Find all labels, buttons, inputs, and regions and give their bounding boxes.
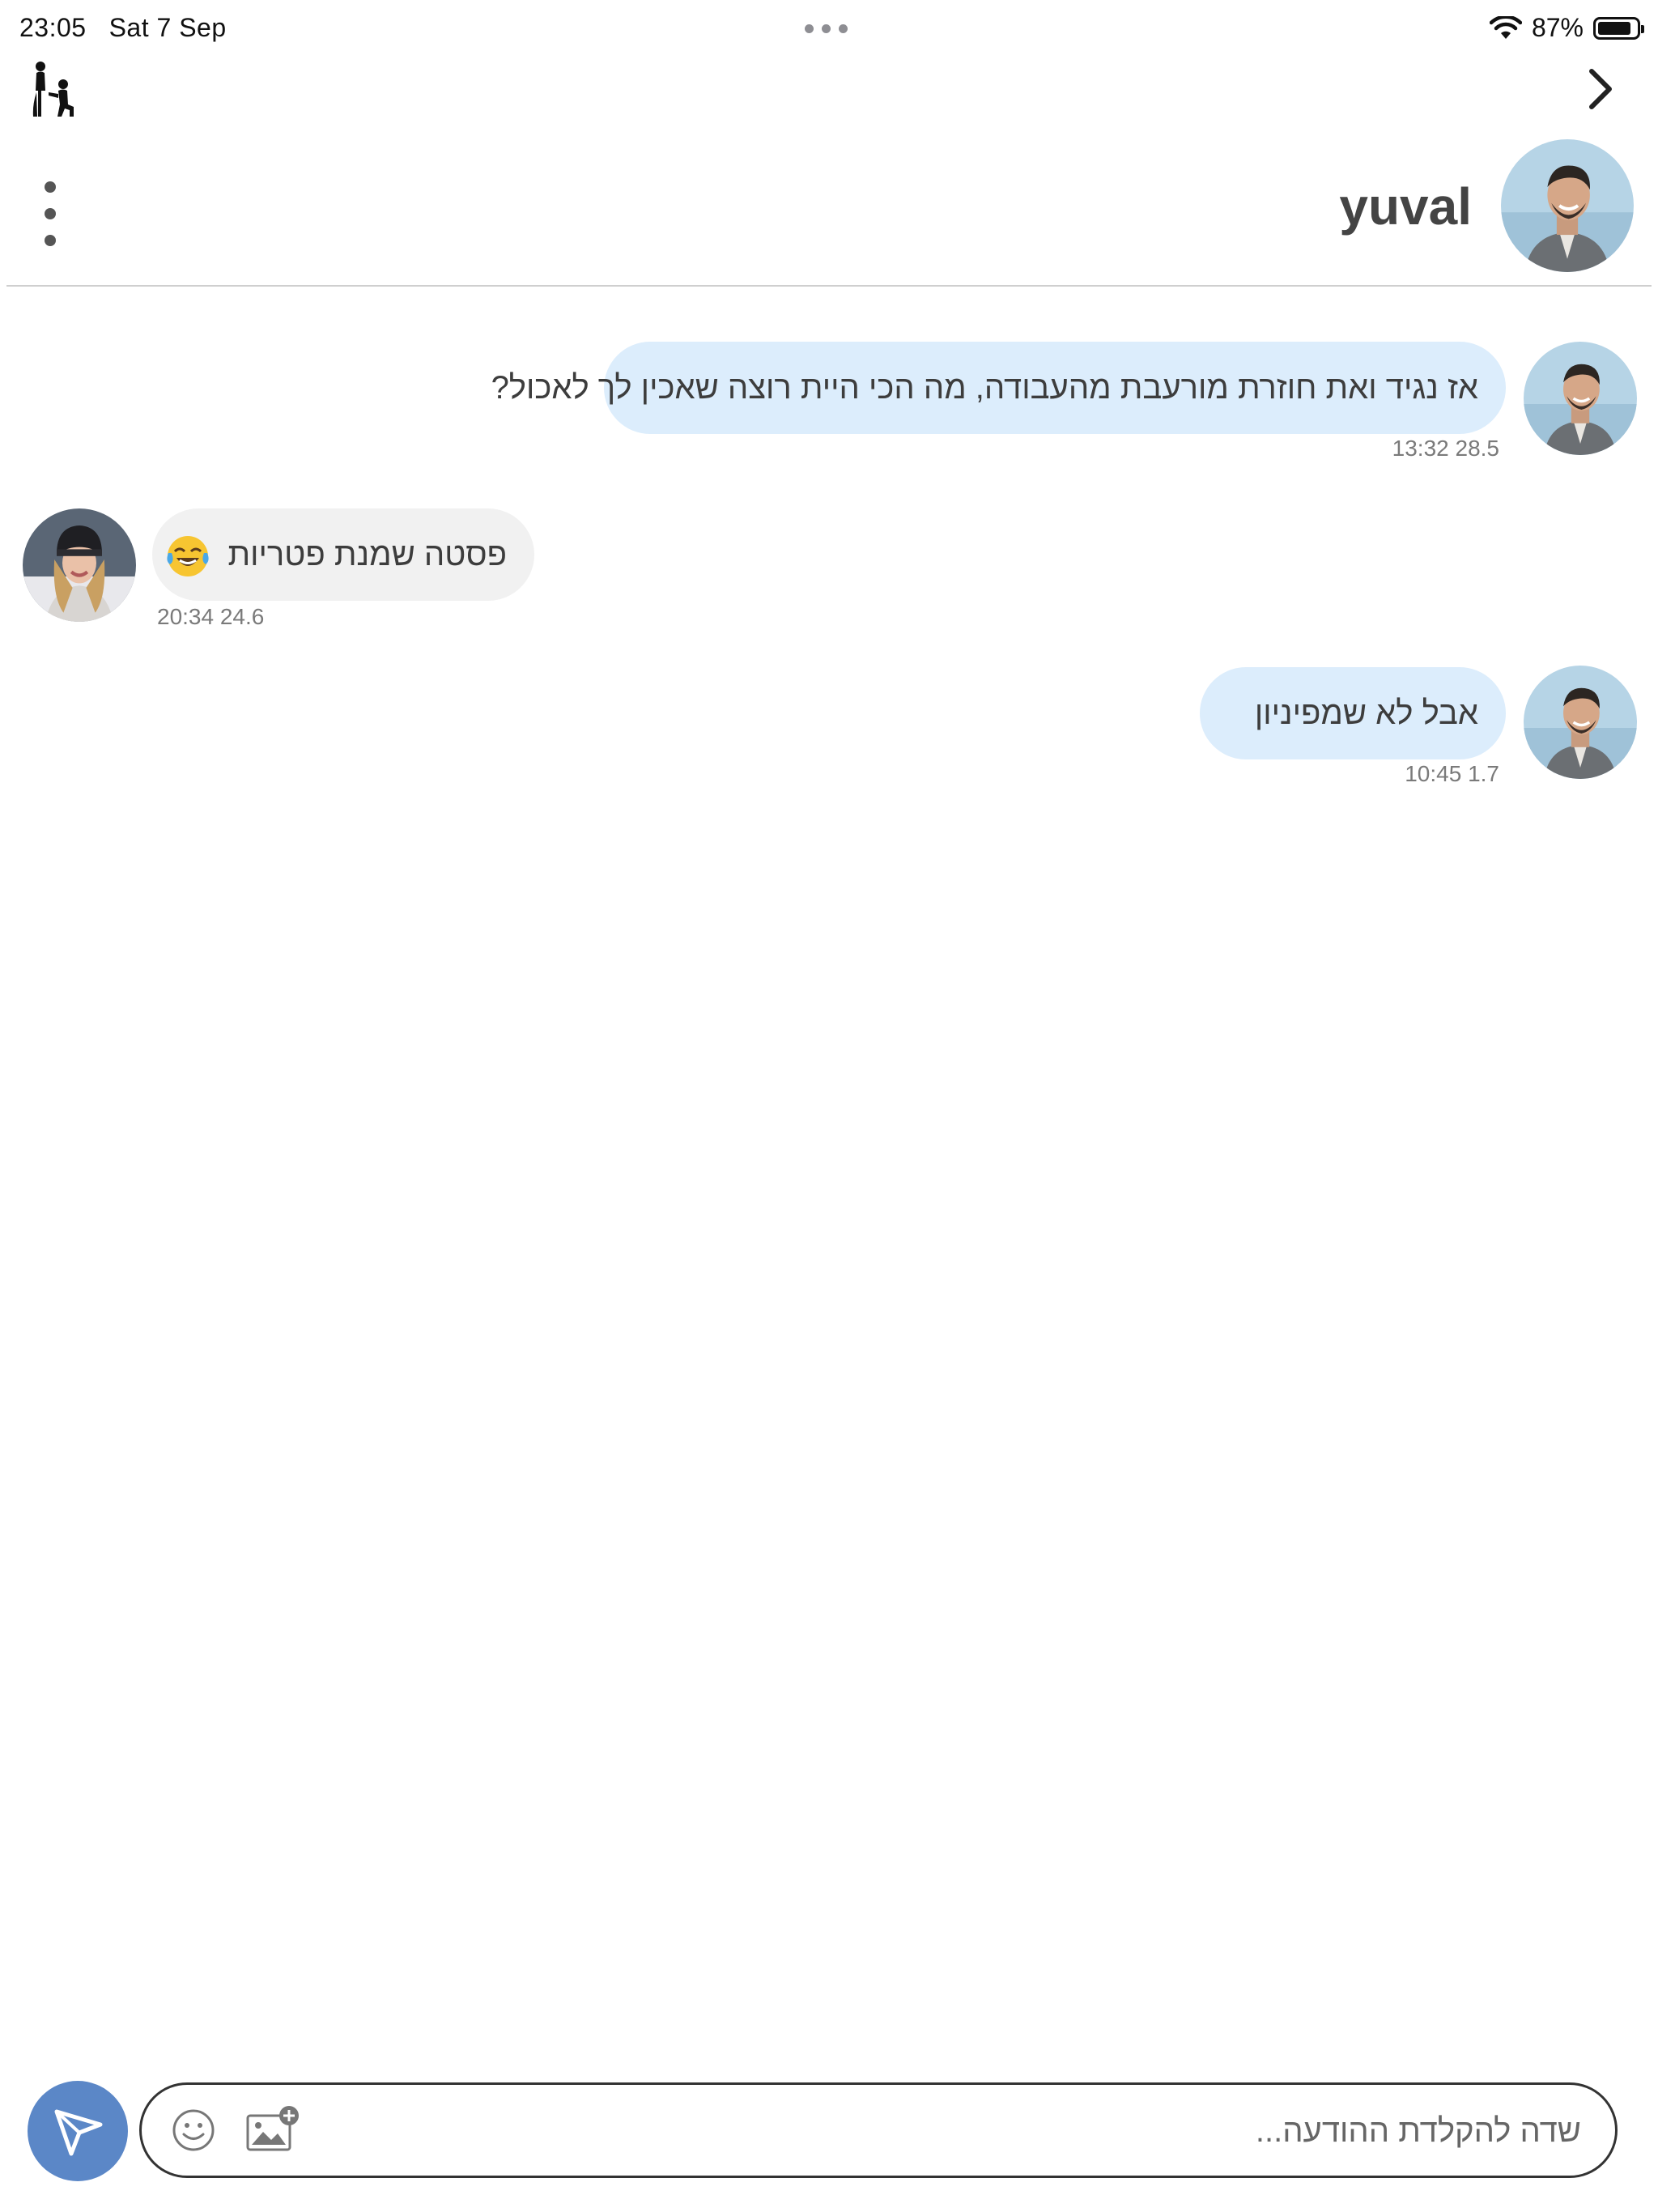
send-icon	[54, 2109, 103, 2156]
message-text: אז נגיד ואת חוזרת מורעבת מהעבודה, מה הכי…	[491, 370, 1478, 406]
smiley-icon[interactable]	[171, 2108, 216, 2153]
message-composer	[139, 2082, 1618, 2178]
battery-percent: 87%	[1531, 13, 1584, 42]
message-text: אבל לא שמפיניון	[1254, 696, 1478, 731]
sender-avatar[interactable]	[1524, 342, 1637, 455]
message-timestamp: 13:32 28.5	[1392, 436, 1499, 461]
wifi-icon	[1489, 15, 1522, 39]
message-timestamp: 20:34 24.6	[157, 604, 265, 629]
battery-level	[1598, 21, 1631, 35]
status-bar: 23:05 Sat 7 Sep 87%	[0, 0, 1658, 58]
message-timestamp: 10:45 1.7	[1405, 761, 1499, 786]
add-image-icon[interactable]	[245, 2104, 300, 2155]
contact-avatar[interactable]	[1501, 139, 1634, 272]
message-bubble-outgoing[interactable]: אז נגיד ואת חוזרת מורעבת מהעבודה, מה הכי…	[491, 342, 1506, 434]
status-time: 23:05	[19, 13, 87, 42]
tears-of-joy-emoji-icon	[167, 536, 209, 577]
contact-name[interactable]: yuval	[1339, 177, 1472, 236]
message-input[interactable]	[320, 2093, 1583, 2169]
message-bubble-outgoing[interactable]: אבל לא שמפיניון	[1200, 667, 1506, 759]
sender-avatar[interactable]	[1524, 666, 1637, 779]
status-date: Sat 7 Sep	[108, 13, 227, 42]
battery-icon	[1593, 16, 1644, 40]
multitasking-dots-icon[interactable]	[805, 24, 848, 33]
recipient-avatar[interactable]	[23, 508, 136, 622]
message-bubble-incoming[interactable]: פסטה שמנת פטריות	[152, 508, 534, 601]
more-vertical-icon[interactable]	[32, 181, 68, 246]
send-button[interactable]	[28, 2081, 128, 2181]
header-divider	[6, 285, 1652, 287]
chevron-right-icon[interactable]	[1574, 63, 1626, 115]
chat-header: yuval	[0, 136, 1658, 287]
couple-proposal-icon[interactable]	[29, 60, 78, 120]
message-text: פסטה שמנת פטריות	[227, 537, 508, 572]
